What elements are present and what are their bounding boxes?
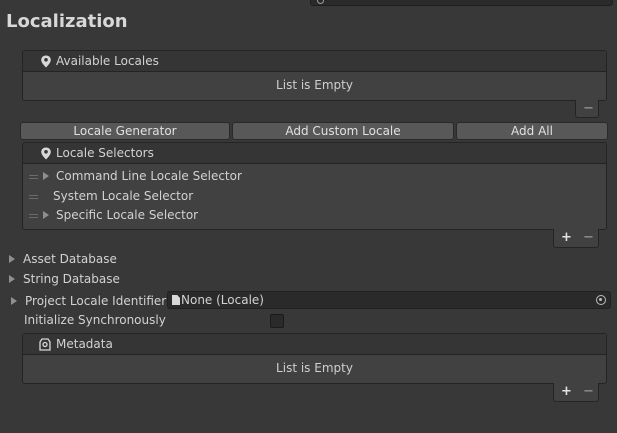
locale-selectors-header: Locale Selectors [23, 143, 606, 164]
available-locales-label: Available Locales [56, 54, 159, 68]
list-item[interactable]: Command Line Locale Selector [23, 167, 606, 187]
metadata-header: Metadata [23, 334, 606, 355]
remove-selector-button[interactable]: − [583, 231, 594, 244]
available-locales-footer: − [575, 100, 599, 118]
metadata-label: Metadata [56, 337, 113, 351]
drag-handle-icon[interactable] [29, 175, 38, 179]
list-item[interactable]: System Locale Selector [23, 187, 606, 207]
project-locale-identifier-field[interactable]: None (Locale) [167, 291, 611, 309]
drag-handle-icon[interactable] [29, 214, 38, 218]
locale-selectors-label: Locale Selectors [56, 146, 154, 160]
available-locales-header: Available Locales [23, 51, 606, 72]
available-locales-empty-text: List is Empty [276, 78, 353, 92]
map-pin-icon [41, 55, 51, 68]
available-locales-list: Available Locales List is Empty [22, 50, 607, 101]
selector-label: System Locale Selector [53, 189, 194, 203]
initialize-synchronously-label: Initialize Synchronously [24, 313, 166, 327]
list-item[interactable]: Specific Locale Selector [23, 206, 606, 226]
drag-handle-icon[interactable] [29, 195, 38, 199]
add-custom-locale-button[interactable]: Add Custom Locale [232, 122, 454, 140]
search-icon [317, 0, 324, 4]
metadata-tag-icon [39, 338, 51, 351]
object-picker-icon[interactable] [596, 295, 606, 305]
document-icon [172, 295, 180, 305]
locale-selectors-footer: + − [553, 229, 599, 248]
map-pin-icon [41, 147, 51, 160]
page-title: Localization [6, 11, 128, 32]
initialize-synchronously-checkbox[interactable] [270, 314, 284, 328]
foldout-triangle-icon[interactable] [9, 255, 15, 263]
metadata-footer: + − [553, 383, 599, 402]
add-all-button[interactable]: Add All [456, 122, 608, 140]
search-field[interactable] [310, 0, 613, 6]
project-locale-identifier-label: Project Locale Identifier [25, 294, 167, 308]
foldout-triangle-icon[interactable] [43, 211, 49, 219]
remove-locale-button[interactable]: − [583, 102, 594, 115]
foldout-triangle-icon[interactable] [9, 275, 15, 283]
foldout-triangle-icon[interactable] [11, 297, 17, 305]
metadata-list: Metadata List is Empty [22, 333, 607, 384]
selector-label: Command Line Locale Selector [56, 169, 242, 183]
add-metadata-button[interactable]: + [561, 385, 572, 398]
foldout-triangle-icon[interactable] [43, 172, 49, 180]
remove-metadata-button[interactable]: − [583, 385, 594, 398]
string-database-foldout[interactable]: String Database [23, 272, 120, 286]
locale-selectors-list: Locale Selectors Command Line Locale Sel… [22, 142, 607, 230]
selector-label: Specific Locale Selector [56, 208, 199, 222]
add-selector-button[interactable]: + [561, 231, 572, 244]
asset-database-foldout[interactable]: Asset Database [23, 252, 117, 266]
metadata-empty-text: List is Empty [276, 361, 353, 375]
locale-generator-button[interactable]: Locale Generator [20, 122, 230, 140]
project-locale-identifier-value: None (Locale) [181, 293, 264, 307]
